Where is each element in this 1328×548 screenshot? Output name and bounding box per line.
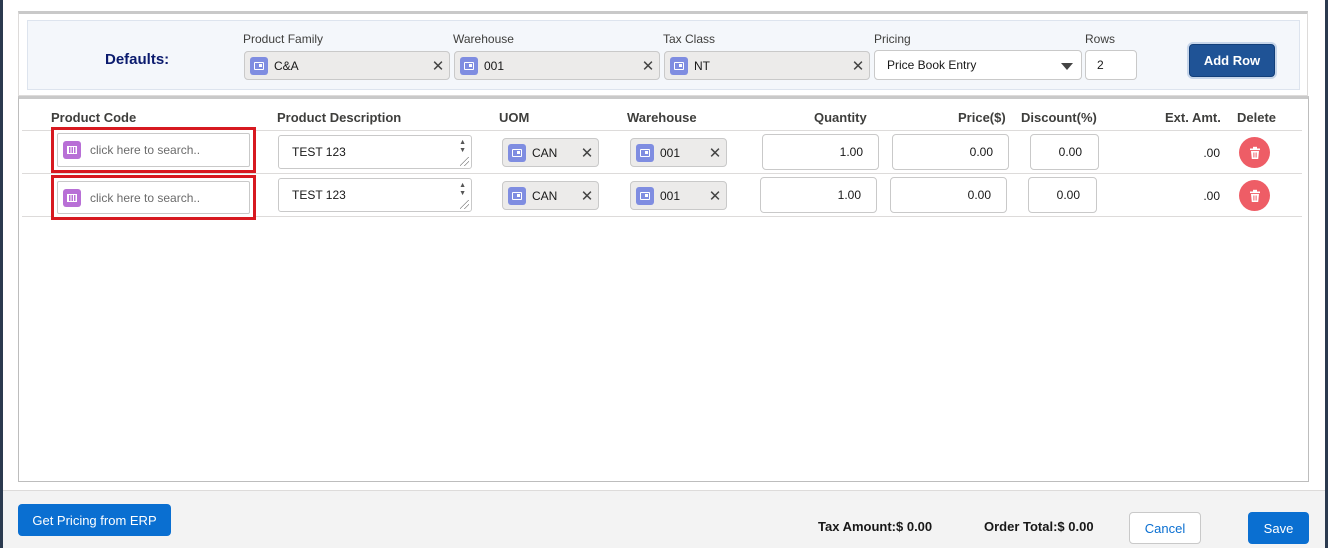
barcode-icon (63, 188, 81, 207)
row-warehouse-value: 001 (660, 145, 681, 160)
tax-class-value: NT (694, 58, 710, 73)
record-icon (508, 186, 526, 205)
record-icon (636, 143, 654, 162)
product-description-value: TEST 123 (292, 188, 346, 202)
row-divider (22, 173, 1302, 174)
column-header-uom: UOM (499, 110, 530, 125)
search-placeholder: click here to search.. (90, 190, 201, 205)
record-icon (636, 186, 654, 205)
product-description-input[interactable]: TEST 123 ▲ ▼ (278, 135, 472, 169)
get-pricing-from-erp-button[interactable]: Get Pricing from ERP (18, 504, 171, 536)
warehouse-label: Warehouse (453, 32, 514, 46)
product-description-value: TEST 123 (292, 145, 346, 159)
price-value: 0.00 (967, 188, 991, 202)
close-icon[interactable]: ✕ (427, 57, 449, 75)
window-edge-left (0, 0, 3, 548)
resize-grip-icon[interactable] (460, 200, 469, 209)
record-icon (250, 56, 268, 75)
close-icon[interactable]: ✕ (576, 187, 598, 205)
quantity-input[interactable]: 1.00 (760, 177, 877, 213)
column-header-quantity: Quantity (814, 110, 867, 125)
uom-lookup[interactable]: CAN ✕ (502, 181, 599, 210)
rows-input[interactable]: 2 (1085, 50, 1137, 80)
order-total: Order Total:$ 0.00 (984, 519, 1094, 534)
record-icon (670, 56, 688, 75)
product-description-input[interactable]: TEST 123 ▲ ▼ (278, 178, 472, 212)
trash-icon (1249, 189, 1260, 202)
spinner-icon[interactable]: ▲ ▼ (459, 182, 466, 198)
quantity-value: 1.00 (837, 188, 861, 202)
uom-value: CAN (532, 188, 558, 203)
column-header-discount: Discount(%) (1021, 110, 1097, 125)
column-header-ext-amt: Ext. Amt. (1165, 110, 1221, 125)
ext-amt-value: .00 (1203, 146, 1220, 160)
add-row-button[interactable]: Add Row (1189, 44, 1275, 77)
spinner-icon[interactable]: ▲ ▼ (459, 139, 466, 155)
product-family-lookup[interactable]: C&A ✕ (244, 51, 450, 80)
price-value: 0.00 (969, 145, 993, 159)
pricing-label: Pricing (874, 32, 911, 46)
cancel-button[interactable]: Cancel (1129, 512, 1201, 544)
uom-lookup[interactable]: CAN ✕ (502, 138, 599, 167)
defaults-title: Defaults: (105, 51, 170, 68)
resize-grip-icon[interactable] (460, 157, 469, 166)
barcode-icon (63, 141, 81, 159)
chevron-down-icon (1061, 63, 1073, 70)
price-input[interactable]: 0.00 (892, 134, 1009, 170)
column-header-warehouse: Warehouse (627, 110, 697, 125)
modal-footer (3, 490, 1325, 548)
pricing-select[interactable]: Price Book Entry (874, 50, 1082, 80)
record-icon (508, 143, 526, 162)
save-button[interactable]: Save (1248, 512, 1309, 544)
discount-value: 0.00 (1056, 188, 1080, 202)
delete-row-button[interactable] (1239, 180, 1270, 211)
close-icon[interactable]: ✕ (847, 57, 869, 75)
quantity-value: 1.00 (839, 145, 863, 159)
price-input[interactable]: 0.00 (890, 177, 1007, 213)
pricing-value: Price Book Entry (887, 58, 977, 72)
close-icon[interactable]: ✕ (637, 57, 659, 75)
quantity-input[interactable]: 1.00 (762, 134, 879, 170)
close-icon[interactable]: ✕ (576, 144, 598, 162)
trash-icon (1249, 146, 1260, 159)
row-warehouse-lookup[interactable]: 001 ✕ (630, 181, 727, 210)
row-warehouse-lookup[interactable]: 001 ✕ (630, 138, 727, 167)
product-search-highlight: click here to search.. (51, 127, 256, 173)
tax-amount: Tax Amount:$ 0.00 (818, 519, 933, 534)
discount-value: 0.00 (1058, 145, 1082, 159)
delete-row-button[interactable] (1239, 137, 1270, 168)
rows-label: Rows (1085, 32, 1116, 46)
ext-amt-value: .00 (1203, 189, 1220, 203)
product-search-input[interactable]: click here to search.. (57, 133, 250, 167)
discount-input[interactable]: 0.00 (1028, 177, 1097, 213)
column-header-price: Price($) (958, 110, 1006, 125)
search-placeholder: click here to search.. (90, 143, 201, 157)
warehouse-lookup[interactable]: 001 ✕ (454, 51, 660, 80)
uom-value: CAN (532, 145, 558, 160)
record-icon (460, 56, 478, 75)
row-warehouse-value: 001 (660, 188, 681, 203)
tax-class-lookup[interactable]: NT ✕ (664, 51, 870, 80)
rows-value: 2 (1097, 58, 1104, 72)
column-header-delete: Delete (1237, 110, 1277, 125)
product-family-label: Product Family (243, 32, 324, 46)
tax-class-label: Tax Class (663, 32, 716, 46)
column-header-product-code: Product Code (51, 110, 137, 125)
discount-input[interactable]: 0.00 (1030, 134, 1099, 170)
product-search-highlight: click here to search.. (51, 175, 256, 220)
close-icon[interactable]: ✕ (704, 144, 726, 162)
close-icon[interactable]: ✕ (704, 187, 726, 205)
column-header-product-description: Product Description (277, 110, 402, 125)
product-family-value: C&A (274, 58, 299, 73)
product-search-input[interactable]: click here to search.. (57, 181, 250, 214)
warehouse-value: 001 (484, 58, 505, 73)
